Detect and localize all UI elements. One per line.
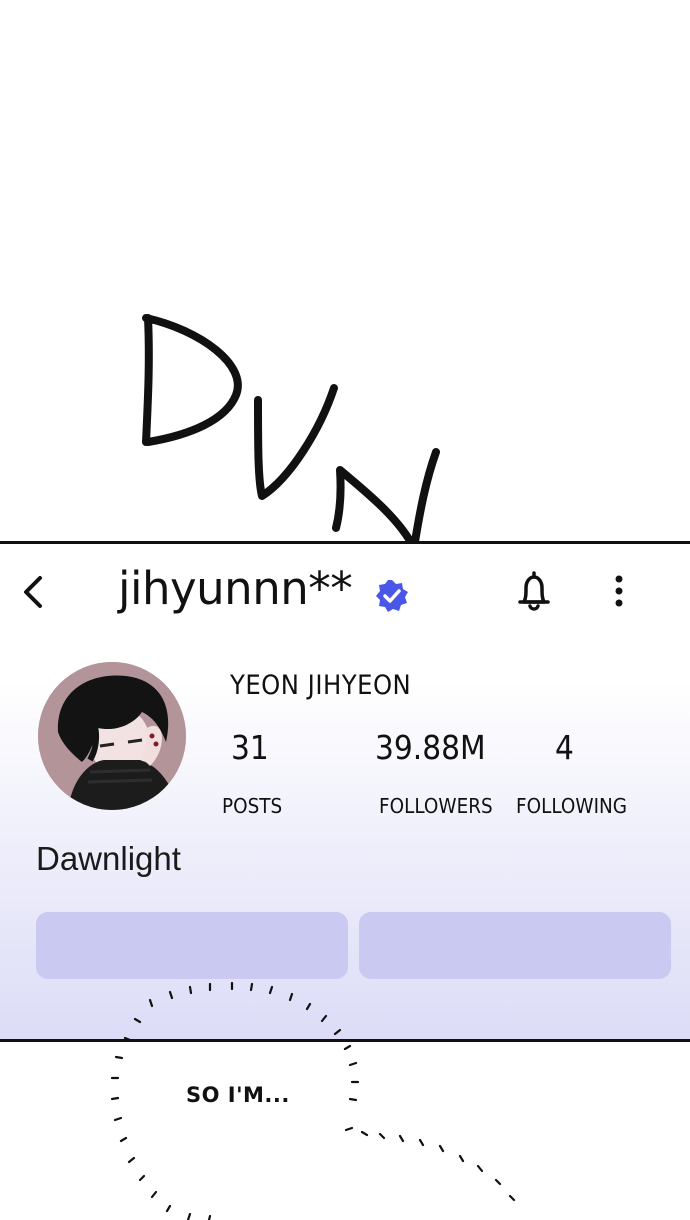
back-button[interactable] — [18, 572, 48, 612]
avatar[interactable] — [38, 662, 186, 810]
posts-count: 31 — [231, 728, 269, 767]
avatar-illustration — [38, 662, 186, 810]
speech-bubble-text: SO I'M... — [186, 1083, 290, 1107]
more-vertical-icon — [615, 575, 623, 607]
notifications-button[interactable] — [510, 568, 558, 616]
profile-bio: Dawnlight — [36, 840, 181, 877]
following-count: 4 — [555, 728, 574, 767]
profile-username: jihyunnn** — [118, 562, 353, 615]
followers-count: 39.88M — [375, 728, 486, 767]
posts-label[interactable]: POSTS — [222, 794, 282, 818]
profile-display-name: YEON JIHYEON — [230, 670, 412, 701]
message-button[interactable] — [359, 912, 671, 979]
profile-panel: jihyunnn** YEON JIHYEON 31 39.88M 4 POST… — [0, 541, 690, 1042]
bell-icon — [518, 571, 550, 611]
following-label[interactable]: FOLLOWING — [516, 794, 627, 818]
follow-button[interactable] — [36, 912, 348, 979]
verified-badge-icon — [376, 580, 408, 612]
chevron-left-icon — [24, 576, 42, 608]
followers-label[interactable]: FOLLOWERS — [379, 794, 493, 818]
more-options-button[interactable] — [608, 572, 630, 612]
